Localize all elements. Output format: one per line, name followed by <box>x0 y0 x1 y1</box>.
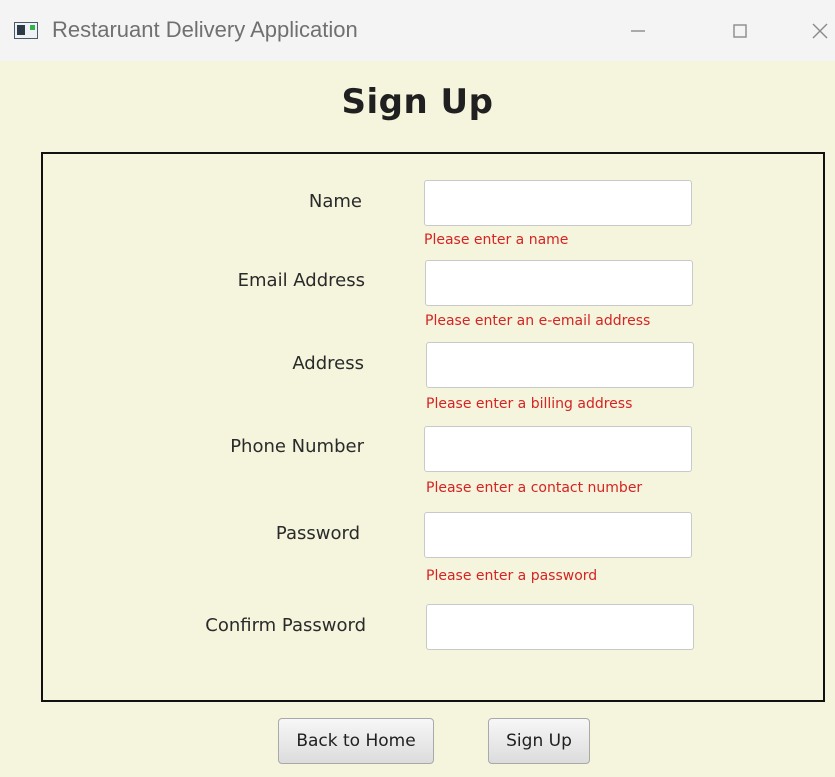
sign-up-button[interactable]: Sign Up <box>488 718 590 764</box>
address-input[interactable] <box>426 342 694 388</box>
maximize-button[interactable] <box>710 8 770 54</box>
minimize-button[interactable] <box>608 8 668 54</box>
address-label: Address <box>292 353 364 374</box>
name-input[interactable] <box>424 180 692 226</box>
window-title: Restaruant Delivery Application <box>52 17 358 42</box>
minimize-icon <box>631 30 645 32</box>
password-error: Please enter a password <box>426 568 598 584</box>
email-label: Email Address <box>237 270 365 291</box>
password-input[interactable] <box>424 512 692 558</box>
page-title: Sign Up <box>341 82 494 122</box>
phone-label: Phone Number <box>230 436 364 457</box>
name-error: Please enter a name <box>424 232 569 248</box>
close-icon <box>812 23 828 39</box>
back-to-home-button[interactable]: Back to Home <box>278 718 434 764</box>
app-window: Restaruant Delivery Application Sign Up … <box>0 0 835 777</box>
password-label: Password <box>275 523 360 544</box>
phone-input[interactable] <box>424 426 692 472</box>
phone-error: Please enter a contact number <box>426 480 643 496</box>
app-window-icon <box>14 22 38 39</box>
close-button[interactable] <box>790 8 835 54</box>
confirm-password-input[interactable] <box>426 604 694 650</box>
email-error: Please enter an e-email address <box>425 313 651 329</box>
name-label: Name <box>308 191 362 212</box>
maximize-icon <box>733 24 747 38</box>
address-error: Please enter a billing address <box>426 396 633 412</box>
title-bar[interactable]: Restaruant Delivery Application <box>0 0 835 61</box>
confirm-password-label: Confirm Password <box>205 615 366 636</box>
email-input[interactable] <box>425 260 693 306</box>
